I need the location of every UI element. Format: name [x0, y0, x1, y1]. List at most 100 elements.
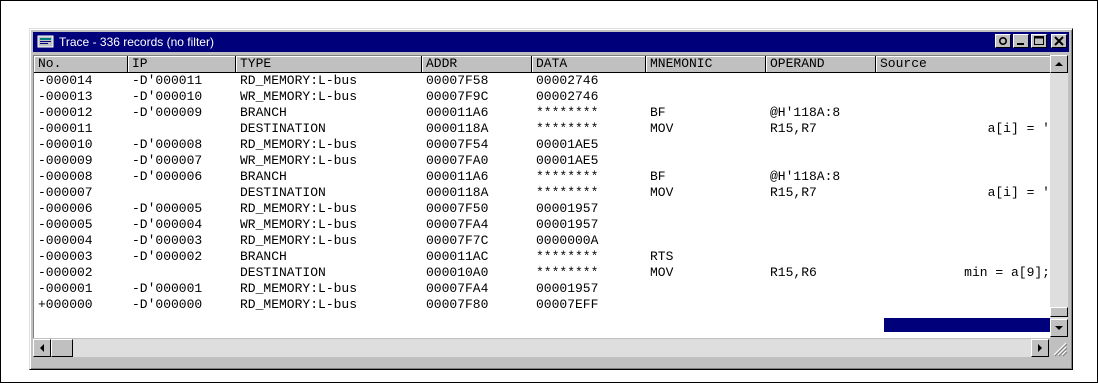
cell-ip: -D'000002	[132, 249, 203, 264]
horizontal-scroll-thumb[interactable]	[51, 339, 73, 357]
trace-window: Trace - 336 records (no filter) No. IP T…	[29, 28, 1073, 370]
cell-type: WR_MEMORY:L-bus	[240, 153, 358, 168]
scroll-down-button[interactable]	[1050, 319, 1068, 337]
column-header-addr[interactable]: ADDR	[422, 56, 532, 73]
cell-no: -000013	[38, 89, 93, 104]
scroll-left-button[interactable]	[33, 339, 51, 357]
resize-grip[interactable]	[1050, 339, 1068, 357]
maximize-button[interactable]	[1031, 34, 1047, 48]
cell-data: ********	[536, 265, 599, 280]
table-row[interactable]: -000002 DESTINATION 000010A0 ******** MOV R15…	[34, 265, 1050, 281]
table-row[interactable]: -000013 -D'000010 WR_MEMORY:L-bus 00007F9C 0…	[34, 89, 1050, 105]
cell-source	[876, 169, 1050, 185]
cell-data: 00001957	[536, 217, 599, 232]
table-row[interactable]: -000012 -D'000009 BRANCH 000011A6 ******** BF…	[34, 105, 1050, 121]
table-row[interactable]: -000006 -D'000005 RD_MEMORY:L-bus 00007F50 0…	[34, 201, 1050, 217]
cell-source: a[i] = '	[987, 185, 1050, 200]
cell-no: -000014	[38, 73, 93, 88]
cell-data: 00001AE5	[536, 137, 599, 152]
figure-frame: Trace - 336 records (no filter) No. IP T…	[0, 0, 1098, 383]
cell-operand	[766, 89, 876, 105]
scroll-up-button[interactable]	[1050, 55, 1068, 73]
restore-button[interactable]	[995, 34, 1011, 48]
table-row[interactable]: -000008 -D'000006 BRANCH 000011A6 ******** BF…	[34, 169, 1050, 185]
cell-ip: -D'000004	[132, 217, 203, 232]
cell-operand: R15,R6	[770, 265, 817, 280]
cell-mnemonic: RTS	[650, 249, 674, 264]
cell-type: DESTINATION	[240, 121, 326, 136]
column-header-ip[interactable]: IP	[128, 56, 236, 73]
column-header-operand[interactable]: OPERAND	[766, 56, 876, 73]
cell-addr: 00007FA4	[426, 217, 489, 232]
cell-mnemonic	[646, 281, 766, 297]
cell-type: WR_MEMORY:L-bus	[240, 89, 358, 104]
cell-mnemonic	[646, 201, 766, 217]
table-row[interactable]: -000010 -D'000008 RD_MEMORY:L-bus 00007F54 0…	[34, 137, 1050, 153]
restore-icon	[998, 36, 1008, 46]
cell-addr: 00007F50	[426, 201, 489, 216]
trace-table[interactable]: No. IP TYPE ADDR DATA MNEMONIC OPERAND S…	[33, 55, 1050, 338]
cell-ip: -D'000009	[132, 105, 203, 120]
cell-source	[876, 297, 1050, 313]
cell-addr: 00007FA4	[426, 281, 489, 296]
horizontal-scrollbar[interactable]	[33, 339, 1049, 357]
column-header-source[interactable]: Source	[876, 56, 1050, 73]
cell-type: RD_MEMORY:L-bus	[240, 281, 358, 296]
cell-data: 00002746	[536, 89, 599, 104]
selection-highlight	[884, 318, 1050, 332]
cell-data: ********	[536, 169, 599, 184]
column-header-mnemonic[interactable]: MNEMONIC	[646, 56, 766, 73]
minimize-button[interactable]	[1013, 34, 1029, 48]
minimize-icon	[1017, 43, 1024, 45]
cell-type: RD_MEMORY:L-bus	[240, 137, 358, 152]
table-row[interactable]: -000007 DESTINATION 0000118A ******** MOV R15…	[34, 185, 1050, 201]
close-button[interactable]	[1051, 34, 1067, 48]
column-header-data[interactable]: DATA	[532, 56, 646, 73]
cell-addr: 00007F54	[426, 137, 489, 152]
cell-operand: @H'118A:8	[770, 169, 841, 184]
cell-mnemonic	[646, 73, 766, 89]
cell-addr: 00007F58	[426, 73, 489, 88]
table-row[interactable]: +000000 -D'000000 RD_MEMORY:L-bus 00007F80 0…	[34, 297, 1050, 313]
cell-ip: -D'000001	[132, 281, 203, 296]
cell-data: 0000000A	[536, 233, 599, 248]
table-row[interactable]: -000011 DESTINATION 0000118A ******** MOV R15…	[34, 121, 1050, 137]
cell-no: -000012	[38, 105, 93, 120]
table-row[interactable]: -000005 -D'000004 WR_MEMORY:L-bus 00007FA4 0…	[34, 217, 1050, 233]
cell-no: -000009	[38, 153, 93, 168]
cell-source	[876, 281, 1050, 297]
table-row[interactable]: -000004 -D'000003 RD_MEMORY:L-bus 00007F7C 0…	[34, 233, 1050, 249]
table-row[interactable]: -000009 -D'000007 WR_MEMORY:L-bus 00007FA0 0…	[34, 153, 1050, 169]
trace-window-icon[interactable]	[37, 35, 55, 49]
cell-data: ********	[536, 105, 599, 120]
cell-addr: 00007F80	[426, 297, 489, 312]
cell-ip: -D'000011	[132, 73, 203, 88]
vertical-scroll-thumb[interactable]	[1050, 307, 1068, 317]
table-row[interactable]: -000003 -D'000002 BRANCH 000011AC ******** RT…	[34, 249, 1050, 265]
cell-source	[876, 233, 1050, 249]
cell-addr: 0000118A	[426, 121, 489, 136]
cell-type: WR_MEMORY:L-bus	[240, 217, 358, 232]
cell-addr: 0000118A	[426, 185, 489, 200]
cell-mnemonic	[646, 153, 766, 169]
cell-source	[876, 217, 1050, 233]
column-header-no[interactable]: No.	[34, 56, 128, 73]
title-bar[interactable]: Trace - 336 records (no filter)	[33, 32, 1069, 52]
cell-addr: 000010A0	[426, 265, 489, 280]
scroll-right-button[interactable]	[1031, 339, 1049, 357]
scroll-down-icon	[1055, 326, 1063, 330]
cell-source	[876, 201, 1050, 217]
cell-data: ********	[536, 185, 599, 200]
cell-mnemonic: MOV	[650, 265, 674, 280]
cell-operand: @H'118A:8	[770, 105, 841, 120]
cell-operand	[766, 73, 876, 89]
scroll-right-icon	[1038, 344, 1042, 352]
cell-addr: 000011AC	[426, 249, 489, 264]
table-row[interactable]: -000014 -D'000011 RD_MEMORY:L-bus 00007F58 0…	[34, 73, 1050, 89]
cell-ip: -D'000006	[132, 169, 203, 184]
scroll-left-icon	[40, 344, 44, 352]
column-header-type[interactable]: TYPE	[236, 56, 422, 73]
window-controls	[995, 34, 1067, 48]
table-row[interactable]: -000001 -D'000001 RD_MEMORY:L-bus 00007FA4 0…	[34, 281, 1050, 297]
vertical-scrollbar[interactable]	[1050, 55, 1068, 337]
